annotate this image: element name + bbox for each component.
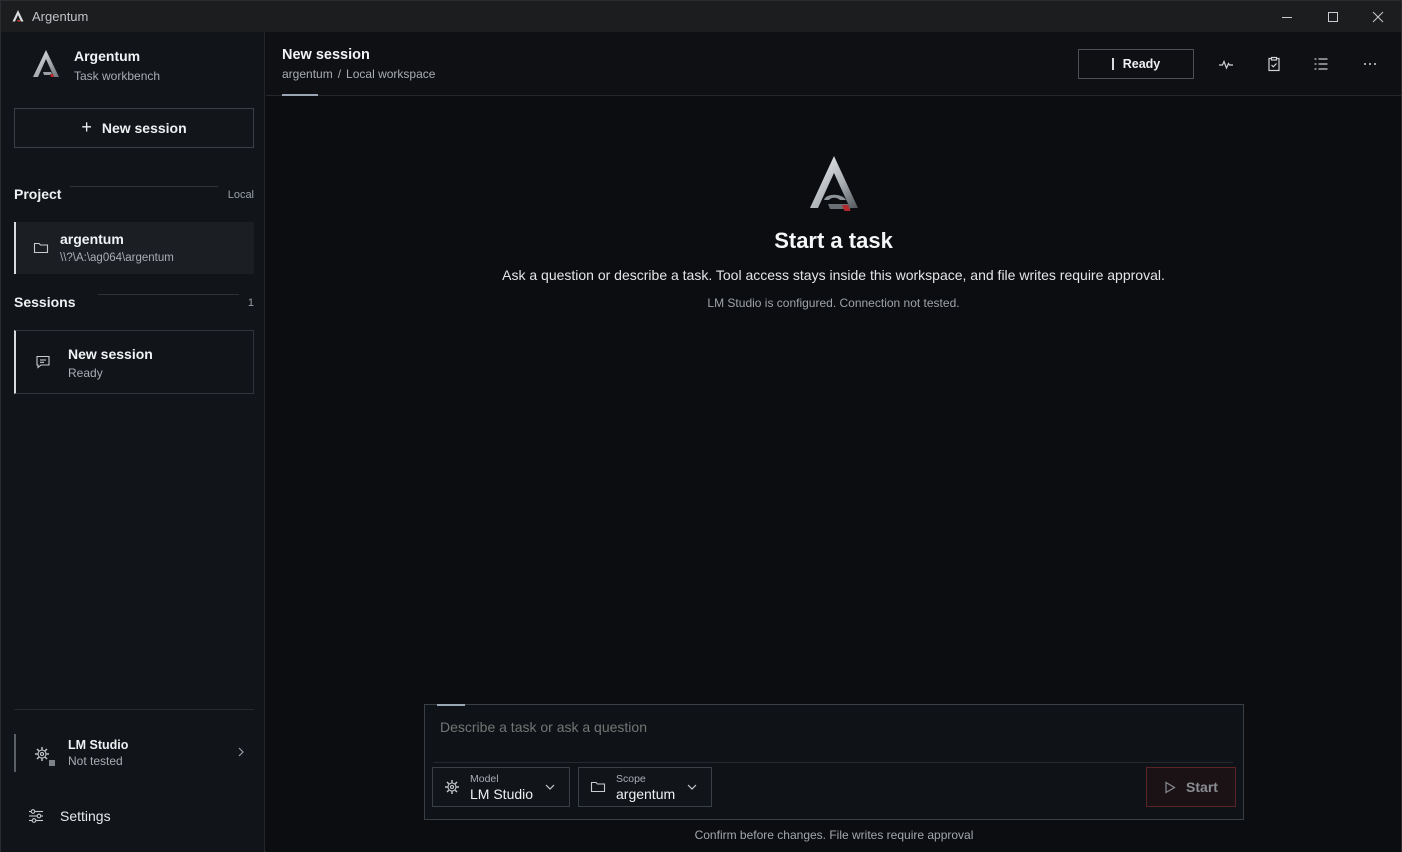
chevron-down-icon (545, 784, 555, 790)
status-button[interactable]: Ready (1078, 49, 1194, 79)
project-section-header: Project Local (14, 186, 254, 206)
empty-state-title: Start a task (774, 228, 893, 253)
argentum-logo-large (810, 156, 858, 211)
sessions-section-label: Sessions (14, 294, 76, 310)
empty-state-description: Ask a question or describe a task. Tool … (502, 267, 1165, 283)
scope-value: argentum (616, 786, 676, 802)
activity-button[interactable] (1216, 54, 1236, 74)
more-button[interactable] (1360, 54, 1380, 74)
focus-indicator (437, 704, 465, 706)
list-button[interactable] (1311, 54, 1331, 74)
list-icon (1314, 58, 1328, 70)
provider-status: Not tested (68, 754, 123, 768)
minimize-button[interactable] (1264, 1, 1310, 32)
sessions-section-header: Sessions 1 (14, 294, 254, 314)
breadcrumb-separator: / (337, 67, 342, 81)
section-divider (70, 186, 218, 187)
active-tab-indicator (282, 94, 318, 96)
plus-icon: + (81, 116, 92, 137)
play-icon (1165, 780, 1176, 794)
session-header: New session argentum / Local workspace Rea… (266, 32, 1401, 96)
start-label: Start (1186, 779, 1218, 795)
provider-name: LM Studio (68, 738, 129, 752)
status-indicator (1111, 58, 1114, 70)
close-icon (1372, 11, 1384, 22)
chat-icon (36, 355, 50, 369)
breadcrumb-item[interactable]: Local workspace (346, 67, 435, 81)
close-button[interactable] (1355, 1, 1401, 32)
sidebar-divider (14, 709, 254, 710)
project-name: argentum (60, 231, 124, 247)
sessions-count: 1 (247, 297, 254, 309)
brand: Argentum Task workbench (30, 48, 160, 83)
sliders-icon (29, 809, 43, 823)
section-divider (98, 294, 239, 295)
connection-status-dot (49, 760, 55, 766)
model-label: Model (470, 773, 499, 785)
gear-icon (445, 780, 459, 794)
composer: Model LM Studio Scope argentum (424, 704, 1244, 820)
maximize-icon (1328, 11, 1338, 22)
app-window: Argentum Argentum Task workbench + New s… (0, 0, 1402, 852)
window-title: Argentum (32, 9, 89, 24)
settings-label: Settings (60, 808, 111, 824)
project-path: \\?\A:\ag064\argentum (60, 252, 174, 264)
clipboard-icon (1268, 56, 1280, 72)
session-item[interactable]: New session Ready (14, 330, 254, 394)
approval-note: Confirm before changes. File writes requ… (694, 828, 974, 842)
folder-icon (590, 781, 606, 793)
maximize-button[interactable] (1310, 1, 1356, 32)
model-picker[interactable]: Model LM Studio (432, 767, 570, 807)
breadcrumb-item[interactable]: argentum (282, 67, 333, 81)
settings-button[interactable]: Settings (28, 808, 111, 824)
main-panel: New session argentum / Local workspace Rea… (266, 32, 1401, 852)
project-section-label: Project (14, 186, 62, 202)
new-session-label: New session (101, 120, 187, 136)
brand-name: Argentum (74, 48, 141, 64)
session-name: New session (68, 346, 153, 362)
status-label: Ready (1122, 57, 1161, 71)
clipboard-button[interactable] (1264, 54, 1284, 74)
provider-lm-studio[interactable]: LM Studio Not tested (14, 734, 254, 772)
chevron-down-icon (687, 784, 697, 790)
breadcrumb: argentum / Local workspace (282, 67, 435, 81)
session-status: Ready (68, 366, 103, 380)
folder-icon (33, 242, 49, 254)
model-value: LM Studio (470, 786, 534, 802)
more-icon (1364, 63, 1376, 65)
gear-icon (35, 747, 49, 761)
composer-divider (433, 762, 1233, 763)
project-item-argentum[interactable]: argentum \\?\A:\ag064\argentum (14, 222, 254, 274)
minimize-icon (1282, 16, 1292, 18)
argentum-logo (33, 50, 59, 77)
activity-icon (1219, 59, 1233, 70)
title-bar: Argentum (1, 1, 1401, 32)
task-input[interactable] (440, 719, 1220, 735)
scope-label: Scope (616, 773, 646, 785)
scope-picker[interactable]: Scope argentum (578, 767, 712, 807)
connection-status-text: LM Studio is configured. Connection not … (707, 296, 960, 310)
brand-subtitle: Task workbench (74, 69, 161, 83)
start-button[interactable]: Start (1146, 767, 1236, 807)
new-session-button[interactable]: + New session (14, 108, 254, 148)
chevron-right-icon (238, 747, 244, 757)
sidebar: Argentum Task workbench + New session Pr… (1, 32, 265, 852)
app-logo-icon (12, 10, 24, 22)
project-section-meta: Local (227, 189, 254, 201)
page-title: New session (282, 47, 370, 63)
